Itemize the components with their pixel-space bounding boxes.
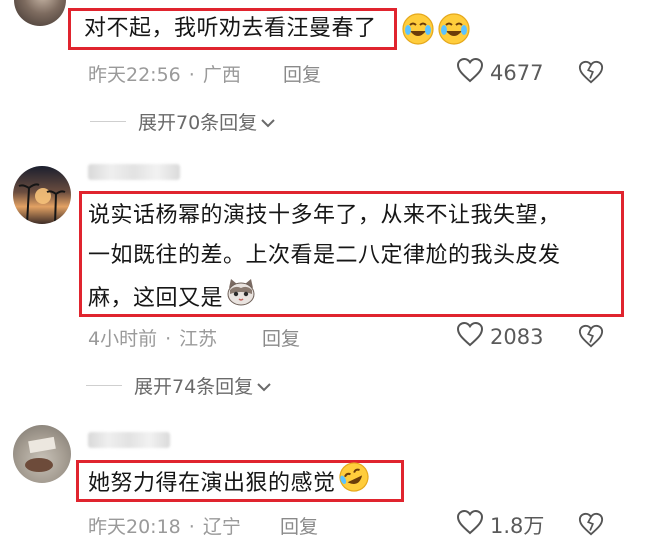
like-button[interactable]: 2083: [456, 321, 543, 352]
username[interactable]: [88, 164, 180, 180]
like-count: 1.8万: [490, 513, 545, 538]
comment-location: 辽宁: [202, 516, 241, 538]
reply-button[interactable]: 回复: [262, 324, 300, 351]
expand-replies-button[interactable]: 展开70条回复: [90, 108, 275, 135]
heart-icon: [456, 57, 484, 88]
like-button[interactable]: 4677: [456, 57, 543, 88]
comment-text: 说实话杨幂的演技十多年了，从来不让我失望， 一如既往的差。上次看是二八定律尬的我…: [88, 196, 561, 322]
comment-time: 4小时前: [88, 328, 158, 350]
avatar[interactable]: [13, 166, 71, 224]
chevron-down-icon: [261, 111, 275, 133]
heart-icon: [456, 321, 484, 352]
chevron-down-icon: [257, 375, 271, 397]
dislike-icon[interactable]: [578, 323, 604, 353]
like-button[interactable]: 1.8万: [456, 509, 544, 540]
comment-location: 江苏: [179, 328, 218, 350]
like-count: 4677: [490, 60, 544, 85]
heart-icon: [456, 509, 484, 540]
comment-meta: 昨天20:18 · 辽宁: [88, 516, 241, 538]
comment-text: 她努力得在演出狠的感觉: [88, 461, 370, 507]
reply-button[interactable]: 回复: [280, 512, 318, 539]
comment-meta: 昨天22:56 · 广西: [88, 64, 241, 86]
comment-location: 广西: [202, 64, 241, 86]
expand-replies-label: 展开74条回复: [134, 376, 254, 398]
comment-meta: 4小时前 · 江苏: [88, 328, 218, 350]
username[interactable]: [88, 432, 170, 448]
avatar[interactable]: [14, 0, 66, 26]
expand-replies-label: 展开70条回复: [138, 112, 258, 134]
dislike-icon[interactable]: [578, 511, 604, 541]
crying-laughing-icon: [401, 12, 435, 50]
comment-time: 昨天20:18: [88, 516, 181, 538]
reply-button[interactable]: 回复: [283, 60, 321, 87]
avatar[interactable]: [13, 425, 71, 483]
comment-text: 对不起，我听劝去看汪曼春了: [84, 16, 377, 41]
like-count: 2083: [490, 324, 544, 349]
comment-time: 昨天22:56: [88, 64, 181, 86]
dislike-icon[interactable]: [578, 59, 604, 89]
rofl-icon: [338, 461, 370, 507]
expand-replies-button[interactable]: 展开74条回复: [86, 372, 271, 399]
cat-face-icon: [225, 276, 257, 322]
crying-laughing-icon: [437, 12, 471, 50]
